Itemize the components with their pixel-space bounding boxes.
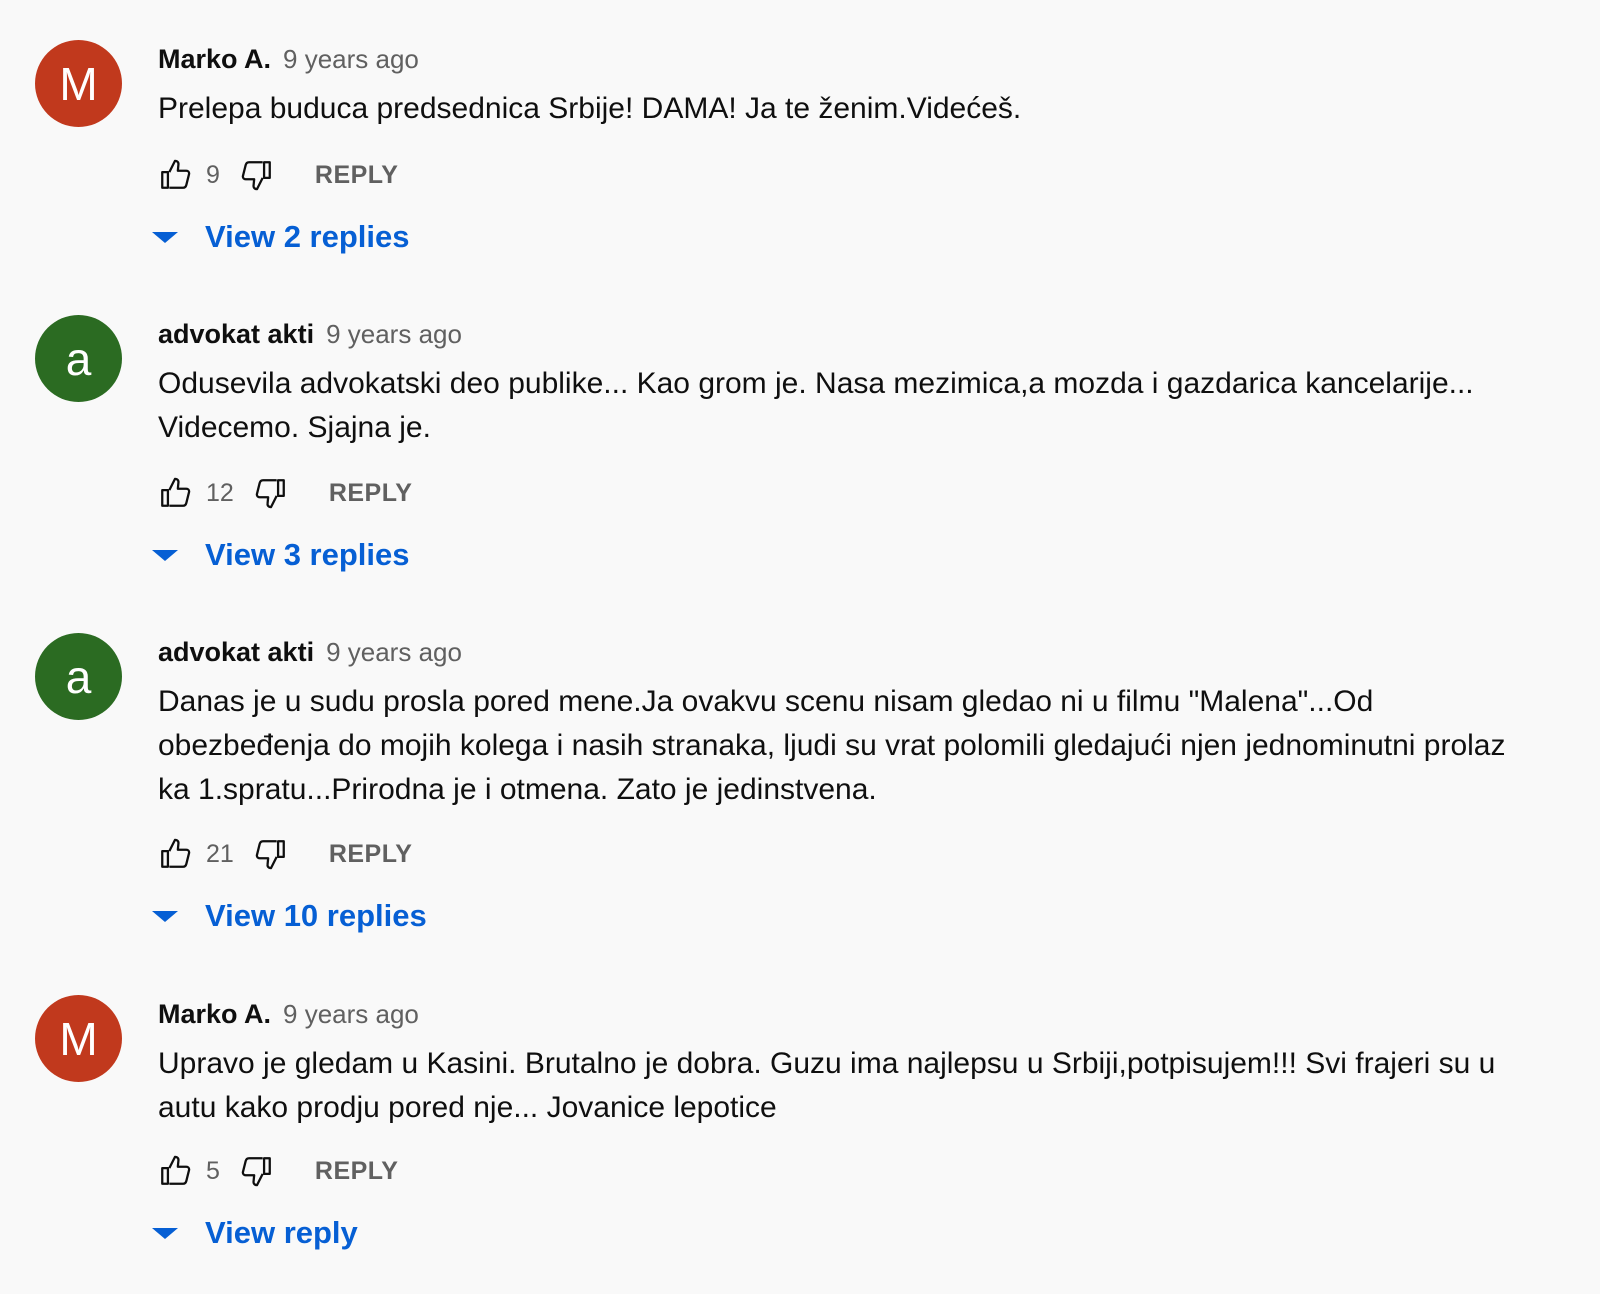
- like-count: 9: [206, 160, 220, 189]
- comment-actions: 9 REPLY: [155, 153, 398, 197]
- avatar[interactable]: a: [35, 633, 122, 720]
- like-count: 5: [206, 1156, 220, 1185]
- thumb-up-icon[interactable]: [155, 155, 195, 195]
- comment-time[interactable]: 9 years ago: [283, 44, 419, 75]
- comment-header: Marko A. 9 years ago: [158, 39, 419, 79]
- comment-actions: 5 REPLY: [155, 1149, 398, 1193]
- comment-text: Danas je u sudu prosla pored mene.Ja ova…: [158, 685, 1506, 806]
- thumb-down-icon[interactable]: [251, 473, 291, 513]
- avatar[interactable]: a: [35, 315, 122, 402]
- view-replies-button[interactable]: View 3 replies: [150, 531, 410, 579]
- reply-button[interactable]: REPLY: [315, 1157, 399, 1186]
- caret-down-icon: [152, 549, 178, 561]
- comment-header: Marko A. 9 years ago: [158, 994, 419, 1034]
- reply-button[interactable]: REPLY: [315, 161, 399, 190]
- caret-down-icon: [152, 1227, 178, 1239]
- comment-header: advokat akti 9 years ago: [158, 314, 462, 354]
- like-count: 21: [206, 839, 234, 868]
- view-replies-label: View 2 replies: [205, 219, 410, 254]
- comment-time[interactable]: 9 years ago: [326, 319, 462, 350]
- thumb-up-icon[interactable]: [155, 1151, 195, 1191]
- thumb-down-icon[interactable]: [237, 1151, 277, 1191]
- avatar[interactable]: M: [35, 995, 122, 1082]
- thumb-down-icon[interactable]: [251, 834, 291, 874]
- view-replies-button[interactable]: View 10 replies: [150, 892, 427, 940]
- comment-actions: 21 REPLY: [155, 832, 412, 876]
- view-replies-label: View 10 replies: [205, 898, 427, 933]
- view-replies-button[interactable]: View reply: [150, 1209, 358, 1257]
- comment-text: Odusevila advokatski deo publike... Kao …: [158, 367, 1474, 444]
- comment-actions: 12 REPLY: [155, 471, 412, 515]
- author-name[interactable]: Marko A.: [158, 44, 271, 75]
- avatar[interactable]: M: [35, 40, 122, 127]
- caret-down-icon: [152, 910, 178, 922]
- reply-button[interactable]: REPLY: [329, 840, 413, 869]
- view-replies-button[interactable]: View 2 replies: [150, 213, 410, 261]
- comment-text: Upravo je gledam u Kasini. Brutalno je d…: [158, 1047, 1496, 1124]
- view-replies-label: View reply: [205, 1215, 358, 1250]
- author-name[interactable]: advokat akti: [158, 637, 314, 668]
- thumb-down-icon[interactable]: [237, 155, 277, 195]
- caret-down-icon: [152, 231, 178, 243]
- comment-text: Prelepa buduca predsednica Srbije! DAMA!…: [158, 92, 1022, 125]
- comment-time[interactable]: 9 years ago: [326, 637, 462, 668]
- like-count: 12: [206, 478, 234, 507]
- comment-time[interactable]: 9 years ago: [283, 999, 419, 1030]
- thumb-up-icon[interactable]: [155, 473, 195, 513]
- thumb-up-icon[interactable]: [155, 834, 195, 874]
- view-replies-label: View 3 replies: [205, 537, 410, 572]
- reply-button[interactable]: REPLY: [329, 479, 413, 508]
- comment-header: advokat akti 9 years ago: [158, 632, 462, 672]
- author-name[interactable]: advokat akti: [158, 319, 314, 350]
- author-name[interactable]: Marko A.: [158, 999, 271, 1030]
